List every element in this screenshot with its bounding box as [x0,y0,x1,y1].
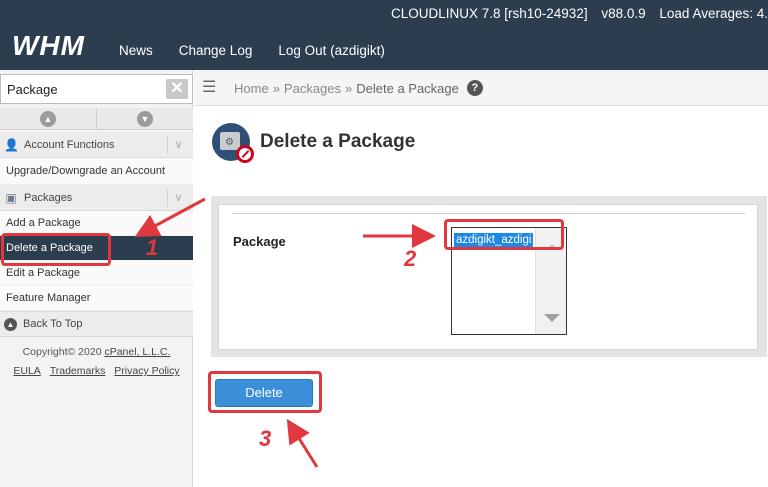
package-select[interactable]: azdigikt_azdigi [451,227,567,335]
eula-link[interactable]: EULA [13,365,40,377]
delete-button[interactable]: Delete [215,379,313,407]
server-name: CLOUDLINUX 7.8 [rsh10-24932] [390,6,588,21]
category-label: Account Functions [24,138,115,151]
breadcrumb-separator: » [272,80,280,96]
page-title: Delete a Package [260,131,416,152]
collapse-all-section: ▼ [97,108,193,129]
sidebar-menu: 👤 Account Functions ∨ Upgrade/Downgrade … [0,132,193,381]
divider [232,213,745,214]
page-header: ⚙ Delete a Package [212,122,416,163]
whm-window: CLOUDLINUX 7.8 [rsh10-24932] v88.0.9 Loa… [0,0,768,487]
sidebar: ✕ ▲ ▼ 👤 Account Functions ∨ Upgrade/Down… [0,70,193,487]
select-scrollbar[interactable] [535,228,566,334]
form-inner: Package azdigikt_azdigi [218,204,758,350]
arrow-up-icon: ▲ [4,317,17,331]
category-label: Packages [24,191,73,204]
category-account-functions[interactable]: 👤 Account Functions ∨ [0,132,193,158]
search-input[interactable] [1,75,161,103]
chevron-down-icon[interactable]: ∨ [167,136,189,154]
breadcrumb-trail: Home » Packages » Delete a Package ? [234,80,487,96]
package-label: Package [233,234,286,249]
breadcrumb: ☰ Home » Packages » Delete a Package ? [194,70,768,106]
server-version: v88.0.9 [601,6,646,21]
copyright-text: Copyright© 2020 [22,346,102,358]
step-number-1: 1 [146,235,159,260]
nav-logout-link[interactable]: Log Out (azdigikt) [278,43,385,58]
scroll-up-icon[interactable] [546,244,558,250]
nav-change-log-link[interactable]: Change Log [179,43,253,58]
package-option-selected[interactable]: azdigikt_azdigi [454,233,534,248]
back-to-top[interactable]: ▲ Back To Top [0,311,193,337]
category-packages[interactable]: ▣ Packages ∨ [0,185,193,211]
sidebar-search: ✕ [0,74,193,104]
step-number-3: 3 [259,426,272,451]
privacy-policy-link[interactable]: Privacy Policy [114,365,179,377]
box-icon: ▣ [5,190,17,205]
step-number-2: 2 [404,246,417,271]
sidebar-item-add-package[interactable]: Add a Package [0,211,193,236]
expand-all-section: ▲ [0,108,97,129]
cpanel-link[interactable]: cPanel, L.L.C. [104,346,170,358]
breadcrumb-current: Delete a Package [356,80,459,96]
breadcrumb-home[interactable]: Home [234,81,269,96]
sidebar-item-delete-package[interactable]: Delete a Package [0,236,193,261]
trademarks-link[interactable]: Trademarks [50,365,106,377]
menu-toggle-icon[interactable]: ☰ [202,80,220,96]
arrow-3 [286,418,319,468]
sidebar-item-upgrade-downgrade[interactable]: Upgrade/Downgrade an Account [0,158,193,185]
sidebar-item-feature-manager[interactable]: Feature Manager [0,286,193,311]
sidebar-item-edit-package[interactable]: Edit a Package [0,261,193,286]
delete-package-form: Package azdigikt_azdigi [211,196,767,357]
server-info: CLOUDLINUX 7.8 [rsh10-24932] v88.0.9 Loa… [381,6,768,21]
nav-news-link[interactable]: News [119,43,153,58]
delete-package-icon: ⚙ [212,123,254,163]
breadcrumb-separator: » [345,80,353,96]
help-icon[interactable]: ? [466,80,483,96]
user-icon: 👤 [4,137,19,152]
scroll-down-icon[interactable] [544,314,560,322]
chevron-down-icon[interactable]: ∨ [167,189,189,207]
expand-down-icon[interactable]: ▼ [137,111,153,127]
breadcrumb-packages[interactable]: Packages [284,81,341,96]
collapse-up-icon[interactable]: ▲ [40,111,56,127]
copyright: Copyright© 2020 cPanel, L.L.C. EULA Trad… [0,343,193,381]
back-to-top-label: Back To Top [23,318,83,330]
top-nav: News Change Log Log Out (azdigikt) [119,43,411,58]
whm-logo[interactable]: WHM [12,30,85,62]
expand-collapse-bar: ▲ ▼ [0,108,193,130]
clear-search-icon[interactable]: ✕ [166,79,188,99]
load-averages: Load Averages: 4. [659,6,768,21]
top-header: CLOUDLINUX 7.8 [rsh10-24932] v88.0.9 Loa… [0,0,768,70]
